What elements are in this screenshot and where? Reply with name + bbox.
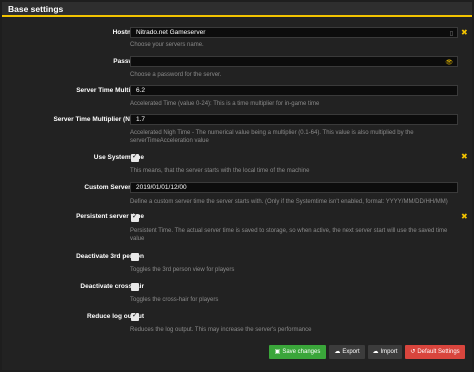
hostname-help: Choose your servers name. xyxy=(130,42,204,48)
night-multiplier-help-line1: Accelerated Nigh Time - The numerical va… xyxy=(130,130,414,136)
hostname-value: Nitrado.net Gameserver xyxy=(136,29,206,36)
crosshair-help: Toggles the cross-hair for players xyxy=(130,297,219,303)
night-multiplier-help-line2: serverTimeAcceleration value xyxy=(130,137,209,144)
cloud-upload-icon: ☁ xyxy=(372,348,379,355)
section-header: Base settings xyxy=(2,2,472,17)
crosshair-checkbox[interactable] xyxy=(131,283,139,291)
reduce-log-help: Reduces the log output. This may increas… xyxy=(130,327,312,333)
reduce-log-label: Reduce log output xyxy=(86,313,144,320)
close-icon[interactable]: ✖ xyxy=(461,152,468,161)
import-button[interactable]: ☁ Import xyxy=(368,345,402,359)
time-multiplier-label: Server Time Multiplier xyxy=(76,87,144,94)
night-multiplier-help: Accelerated Nigh Time - The numerical va… xyxy=(130,130,460,145)
hostname-input[interactable]: Nitrado.net Gameserver ▯ xyxy=(130,27,458,38)
systemtime-label: Use Systemtime xyxy=(93,154,144,161)
custom-servertime-value: 2019/01/01/12/00 xyxy=(136,184,187,191)
reduce-log-checkbox[interactable] xyxy=(131,311,139,321)
settings-panel: Base settings Hostname Nitrado.net Games… xyxy=(2,2,472,370)
id-card-icon: ▯ xyxy=(449,30,453,37)
save-button[interactable]: ▣ Save changes xyxy=(269,345,326,359)
persistent-time-label: Persistent server time xyxy=(76,213,144,220)
export-button[interactable]: ☁ Export xyxy=(329,345,365,359)
default-settings-label: Default Settings xyxy=(417,349,460,355)
persistent-time-help-line1: Persistent Time. The actual server time … xyxy=(130,228,448,234)
persistent-time-checkbox[interactable] xyxy=(131,212,139,222)
custom-servertime-label: Custom Servertime xyxy=(84,184,144,191)
third-person-label: Deactivate 3rd person xyxy=(76,253,144,260)
password-help: Choose a password for the server. xyxy=(130,72,222,78)
password-label: Password xyxy=(113,58,144,65)
save-label: Save changes xyxy=(282,349,321,355)
third-person-help: Toggles the 3rd person view for players xyxy=(130,267,235,273)
night-multiplier-label: Server Time Multiplier (Night) xyxy=(53,116,144,123)
close-icon[interactable]: ✖ xyxy=(461,28,468,37)
night-multiplier-input[interactable]: 1.7 xyxy=(130,114,458,125)
third-person-checkbox[interactable] xyxy=(131,253,139,261)
systemtime-checkbox[interactable] xyxy=(131,152,139,162)
save-icon: ▣ xyxy=(274,348,281,355)
hostname-label: Hostname xyxy=(112,29,144,36)
persistent-time-help: Persistent Time. The actual server time … xyxy=(130,228,460,243)
cloud-download-icon: ☁ xyxy=(334,348,341,355)
time-multiplier-help: Accelerated Time (value 0-24): This is a… xyxy=(130,101,320,107)
crosshair-label: Deactivate crosshair xyxy=(80,283,144,290)
close-icon[interactable]: ✖ xyxy=(461,212,468,221)
time-multiplier-input[interactable]: 6.2 xyxy=(130,85,458,96)
persistent-time-help-line2: value xyxy=(130,235,145,242)
night-multiplier-value: 1.7 xyxy=(136,116,146,123)
custom-servertime-input[interactable]: 2019/01/01/12/00 xyxy=(130,182,458,193)
custom-servertime-help: Define a custom server time the server s… xyxy=(130,199,448,205)
reset-icon: ↺ xyxy=(410,348,416,355)
default-settings-button[interactable]: ↺ Default Settings xyxy=(405,345,465,359)
systemtime-help: This means, that the server starts with … xyxy=(130,168,310,174)
time-multiplier-value: 6.2 xyxy=(136,87,146,94)
export-label: Export xyxy=(342,349,360,355)
password-input[interactable]: 👁 xyxy=(130,56,458,67)
import-label: Import xyxy=(380,349,398,355)
eye-icon[interactable]: 👁 xyxy=(445,58,453,67)
